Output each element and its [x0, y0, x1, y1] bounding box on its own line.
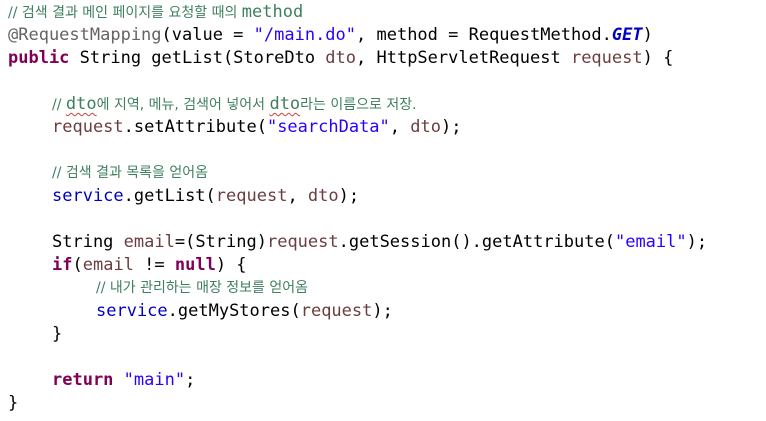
code-token: , [389, 117, 411, 137]
code-token: ( [72, 255, 83, 275]
code-token: .getList( [123, 186, 216, 206]
keyword-token: return [52, 370, 114, 390]
keyword-token: public [8, 48, 70, 68]
field-token: service [52, 186, 124, 206]
code-token: , method = RequestMethod. [356, 25, 612, 45]
code-token: ); [338, 186, 360, 206]
comment-text: 라는 이름으로 저장. [300, 97, 417, 113]
code-token: ) { [215, 255, 247, 275]
code-token: ); [440, 117, 462, 137]
string-literal: "/main.do" [253, 25, 357, 45]
code-line-5: request.setAttribute("searchData", dto); [52, 116, 461, 139]
comment-text: // 검색 결과 메인 페이지를 요청할 때의 [8, 5, 242, 21]
variable-token: email [82, 255, 134, 275]
variable-token: dto [410, 117, 441, 137]
code-line-4: // dto에 지역, 메뉴, 검색어 넣어서 dto라는 이름으로 저장. [52, 93, 417, 116]
code-token: , [287, 186, 308, 206]
code-token: , HttpServletRequest [356, 48, 571, 68]
variable-token: request [215, 186, 288, 206]
code-line-13: return "main"; [52, 369, 195, 392]
keyword-token: if [52, 255, 73, 275]
variable-token: request [300, 301, 373, 321]
annotation-token: @RequestMapping [8, 25, 162, 45]
code-line-10: // 내가 관리하는 매장 정보를 얻어옴 [96, 277, 308, 300]
code-line-6: // 검색 결과 목록을 얻어옴 [52, 162, 208, 185]
comment-text: // 검색 결과 목록을 얻어옴 [52, 165, 209, 181]
closing-brace: } [8, 393, 19, 413]
variable-token: request [266, 232, 339, 252]
comment-code-word: dto [65, 94, 97, 114]
code-line-11: service.getMyStores(request); [96, 300, 393, 323]
field-token: service [96, 301, 168, 321]
code-token: ) { [642, 48, 674, 68]
code-line-9: if(email != null) { [52, 254, 247, 277]
comment-code-word: dto [269, 94, 301, 114]
code-token: .setAttribute( [123, 117, 267, 137]
variable-token: email [123, 232, 175, 252]
string-literal: "main" [123, 370, 186, 390]
string-literal: "email" [614, 232, 687, 252]
keyword-token: null [174, 255, 216, 275]
code-token: .getSession().getAttribute( [338, 232, 615, 252]
variable-token: dto [307, 186, 339, 206]
code-line-8: String email=(String)request.getSession(… [52, 231, 707, 254]
code-token: ); [686, 232, 708, 252]
comment-text: // 내가 관리하는 매장 정보를 얻어옴 [96, 280, 309, 296]
comment-text: 에 지역, 메뉴, 검색어 넣어서 [96, 97, 270, 113]
code-token: =(String) [174, 232, 267, 252]
variable-token: request [52, 117, 124, 137]
code-token: ; [185, 370, 196, 390]
parameter-token: dto [325, 48, 357, 68]
code-line-2: @RequestMapping(value = "/main.do", meth… [8, 24, 653, 47]
comment-code-word: method [241, 2, 304, 22]
code-token: (value = [161, 25, 254, 45]
code-line-12: } [52, 323, 62, 346]
enum-constant: GET [611, 25, 643, 45]
code-editor[interactable]: // 검색 결과 메인 페이지를 요청할 때의 method @RequestM… [0, 0, 766, 421]
closing-brace: } [52, 324, 63, 344]
code-line-3: public String getList(StoreDto dto, Http… [8, 47, 673, 70]
code-token: != [133, 255, 175, 275]
code-token: String [52, 232, 124, 252]
code-token: String getList(StoreDto [69, 48, 326, 68]
code-token: .getMyStores( [167, 301, 301, 321]
code-line-14: } [8, 392, 18, 415]
code-line-7: service.getList(request, dto); [52, 185, 359, 208]
comment-text: // [52, 97, 66, 113]
code-token: ) [642, 25, 653, 45]
code-token: ); [372, 301, 393, 321]
code-line-1: // 검색 결과 메인 페이지를 요청할 때의 method [8, 1, 303, 24]
parameter-token: request [570, 48, 643, 68]
string-literal: "searchData" [266, 117, 390, 137]
